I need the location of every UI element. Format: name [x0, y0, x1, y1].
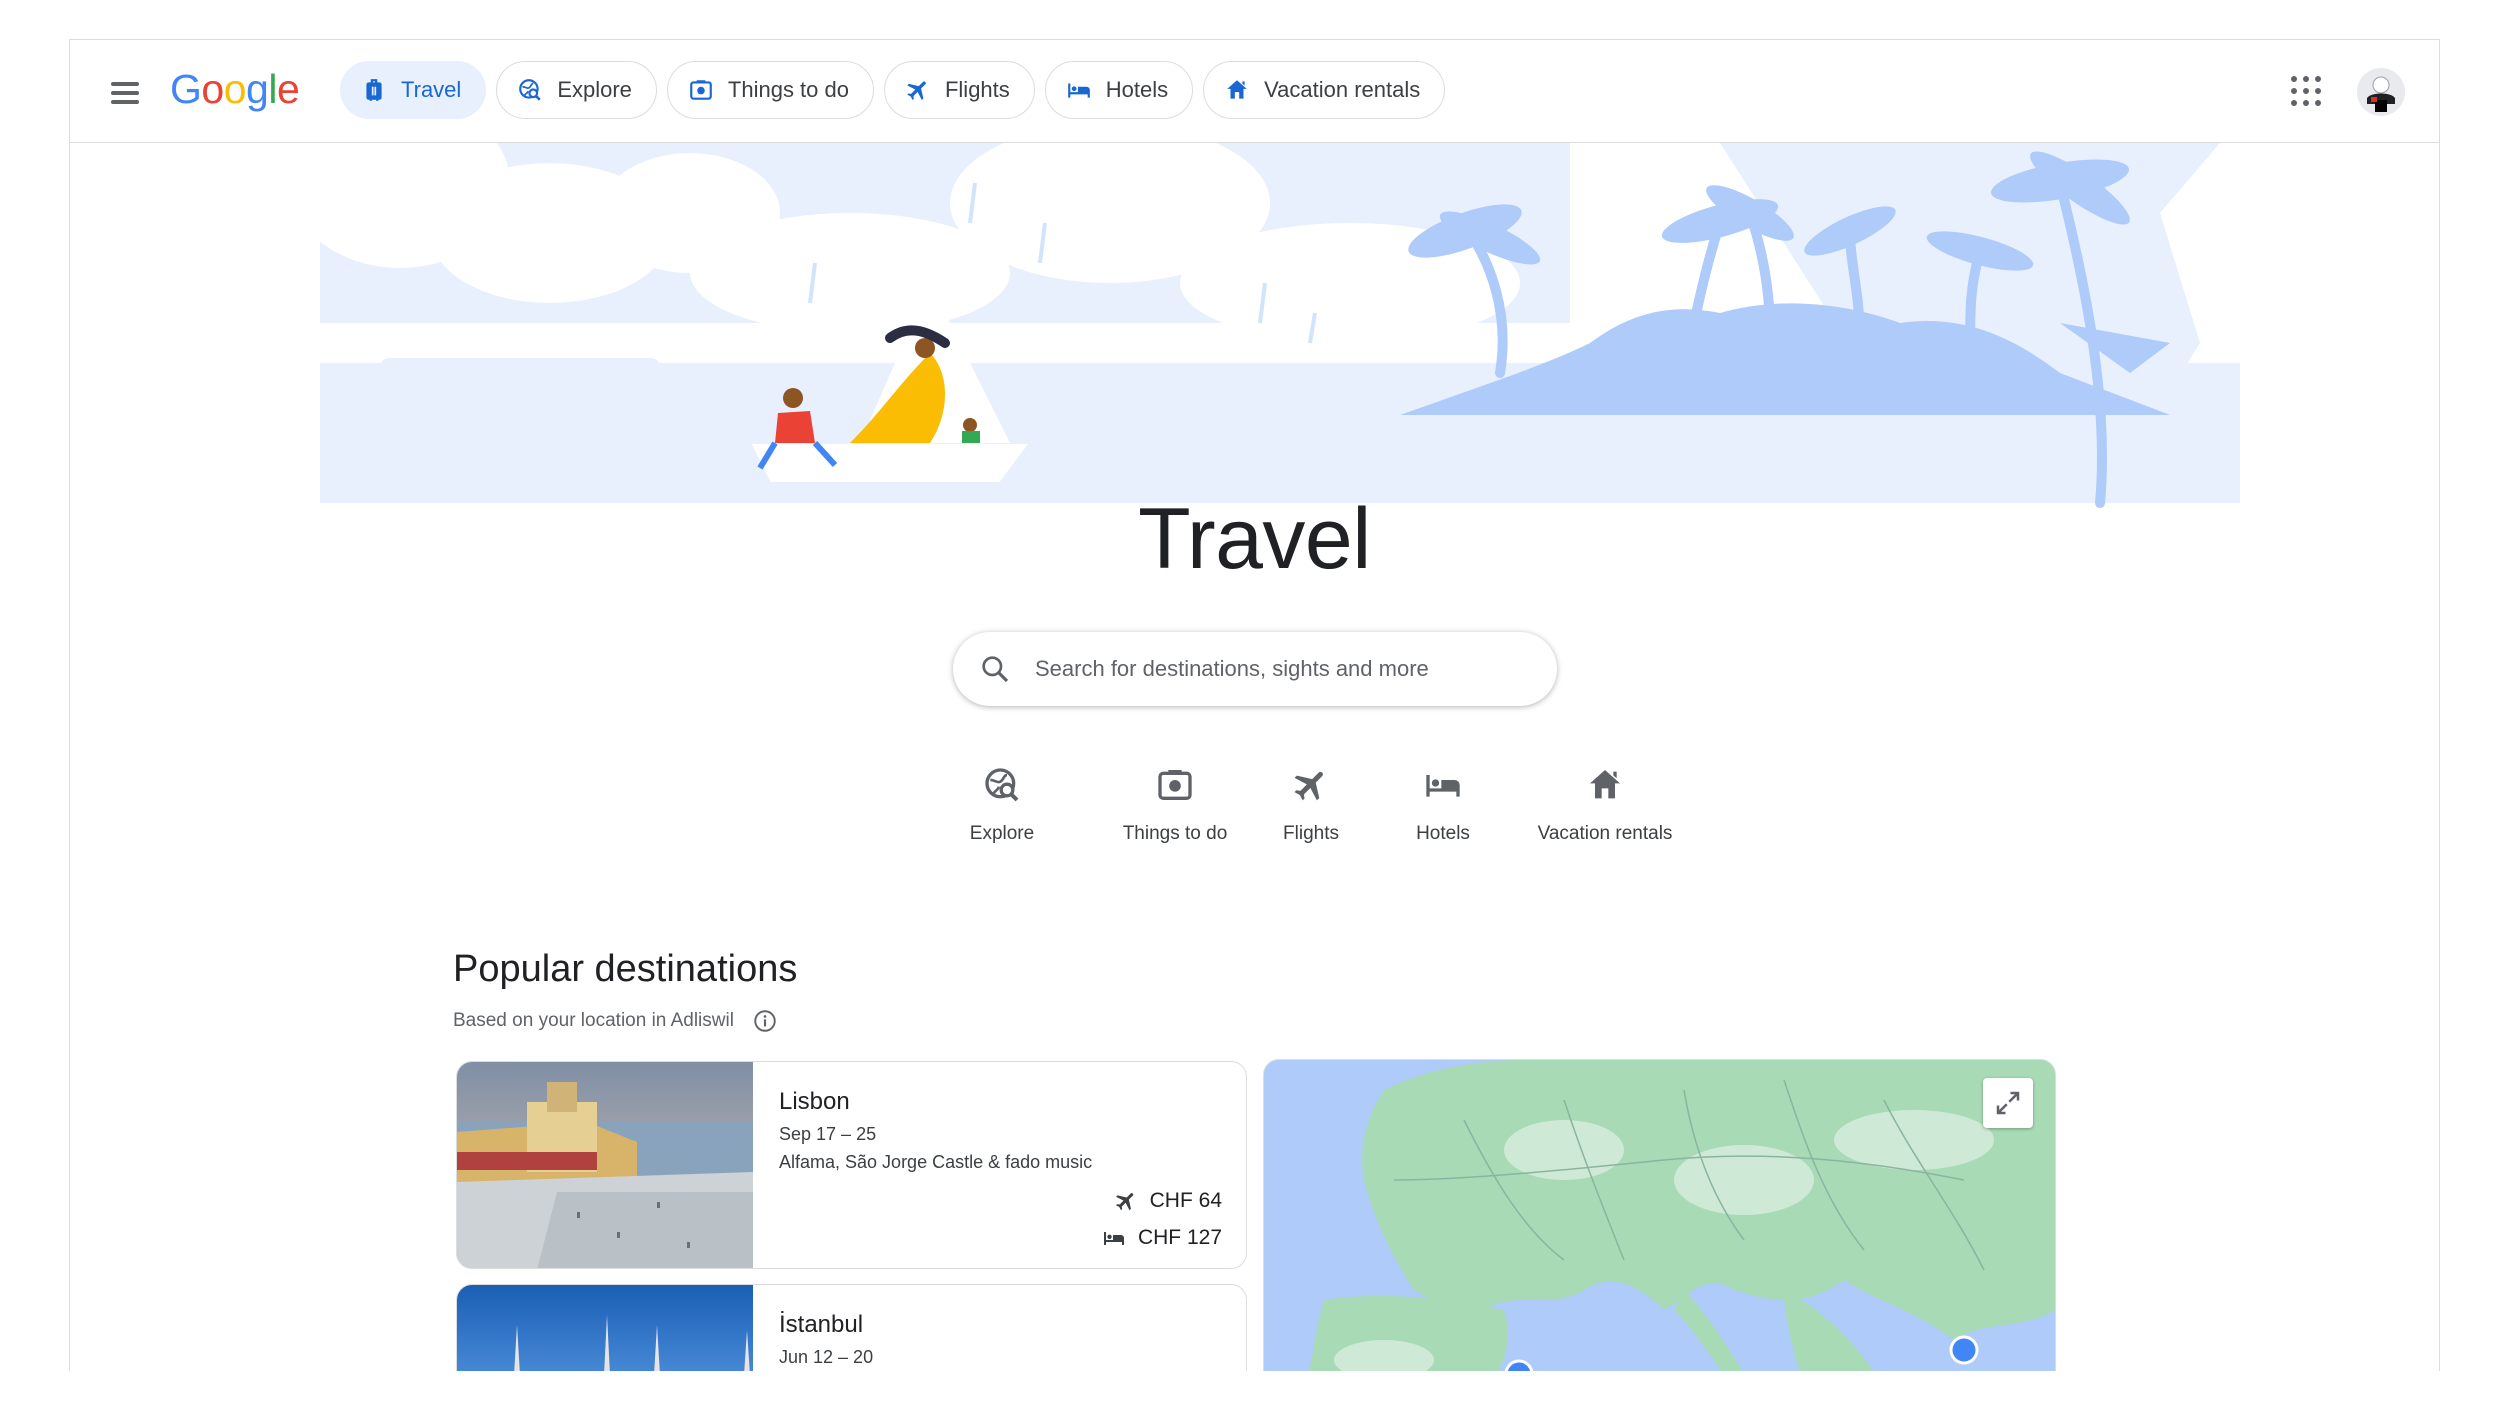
quick-link-things-to-do[interactable]: Things to do — [1100, 765, 1250, 845]
section-title: Popular destinations — [453, 948, 798, 990]
hotel-price: CHF 127 — [1102, 1226, 1222, 1250]
tab-flights[interactable]: Flights — [883, 61, 1035, 119]
destination-photo — [457, 1285, 753, 1371]
tab-travel[interactable]: Travel — [340, 61, 487, 119]
tab-things-to-do[interactable]: Things to do — [666, 61, 874, 119]
search-input[interactable] — [1033, 655, 1507, 683]
section-subtitle: Based on your location in Adliswil — [453, 1008, 778, 1034]
destination-name: Lisbon — [779, 1088, 850, 1115]
browser-viewport: Google Travel Explore Things to do Fligh… — [69, 39, 2440, 1371]
location-note: Based on your location in Adliswil — [453, 1010, 734, 1031]
search-icon — [982, 656, 1009, 683]
tab-explore[interactable]: Explore — [496, 61, 657, 119]
account-avatar[interactable] — [2357, 68, 2405, 116]
quick-link-flights[interactable]: Flights — [1256, 765, 1366, 845]
bed-icon — [1426, 775, 1460, 797]
quick-link-vacation-rentals[interactable]: Vacation rentals — [1510, 765, 1700, 845]
house-icon — [1227, 80, 1247, 99]
hotel-price-value: CHF 127 — [1137, 1226, 1222, 1249]
quick-link-label: Things to do — [1122, 823, 1228, 844]
bed-icon — [1067, 83, 1090, 98]
quick-link-label: Flights — [1283, 823, 1339, 844]
quick-link-label: Explore — [969, 823, 1035, 844]
google-apps-icon[interactable] — [2291, 76, 2323, 108]
camera-icon — [690, 80, 712, 100]
expand-icon — [1996, 1091, 2020, 1115]
airplane-icon — [907, 81, 926, 100]
destination-name: İstanbul — [779, 1311, 864, 1338]
destination-photo — [457, 1062, 753, 1268]
flight-price-value: CHF 64 — [1149, 1189, 1222, 1212]
tab-label: Explore — [557, 77, 632, 102]
bed-icon — [1103, 1232, 1124, 1245]
flight-price: CHF 64 — [1114, 1189, 1222, 1213]
destination-card-istanbul[interactable]: İstanbul Jun 12 – 20 — [456, 1284, 1247, 1371]
airplane-icon — [1294, 771, 1323, 801]
tab-vacation-rentals[interactable]: Vacation rentals — [1203, 61, 1446, 119]
tab-label: Things to do — [727, 77, 849, 102]
explore-globe-icon — [985, 768, 1019, 802]
airplane-icon — [1115, 1193, 1133, 1211]
travel-tabs: Travel Explore Things to do Flights Hote… — [340, 61, 1455, 119]
destination-search-box[interactable] — [953, 632, 1557, 706]
destination-description: Alfama, São Jorge Castle & fado music — [779, 1152, 1093, 1172]
destination-dates: Jun 12 – 20 — [779, 1347, 874, 1367]
tab-label: Vacation rentals — [1264, 77, 1421, 102]
destination-dates: Sep 17 – 25 — [779, 1124, 877, 1144]
top-app-bar: Google Travel Explore Things to do Fligh… — [70, 40, 2439, 143]
quick-link-explore[interactable]: Explore — [936, 765, 1068, 845]
tab-hotels[interactable]: Hotels — [1044, 61, 1194, 119]
quick-link-hotels[interactable]: Hotels — [1388, 765, 1498, 845]
tab-label: Hotels — [1105, 77, 1169, 102]
info-icon[interactable] — [752, 1008, 778, 1034]
camera-icon — [1158, 770, 1192, 800]
house-icon — [1590, 770, 1620, 799]
quick-link-label: Vacation rentals — [1537, 823, 1673, 844]
destinations-map[interactable] — [1263, 1059, 2056, 1371]
main-menu-button[interactable] — [105, 73, 145, 113]
destination-card-lisbon[interactable]: Lisbon Sep 17 – 25 Alfama, São Jorge Cas… — [456, 1061, 1247, 1269]
europe-map — [1264, 1060, 2055, 1371]
page-title: Travel — [1138, 491, 1371, 587]
explore-globe-icon — [519, 79, 541, 101]
tab-label: Travel — [401, 77, 462, 102]
google-logo[interactable]: Google — [170, 66, 300, 113]
quick-link-label: Hotels — [1416, 823, 1470, 844]
expand-map-button[interactable] — [1983, 1078, 2033, 1128]
luggage-icon — [366, 79, 382, 101]
tab-label: Flights — [944, 77, 1010, 102]
